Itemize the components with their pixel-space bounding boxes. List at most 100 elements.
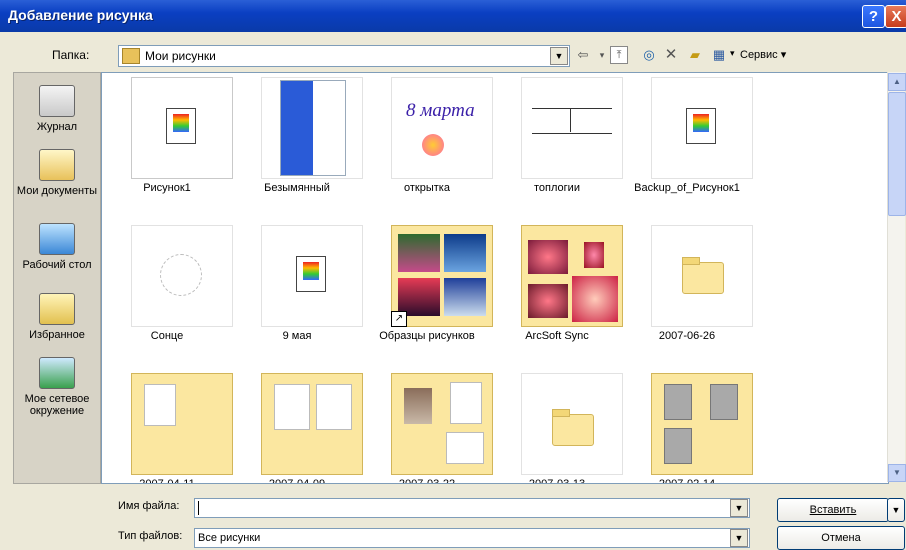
folder-thumbnail bbox=[651, 373, 753, 475]
file-item[interactable]: 2007-04-11 bbox=[102, 369, 233, 484]
places-bar: Журнал Мои документы Рабочий стол Избран… bbox=[13, 72, 101, 484]
insert-button[interactable]: Вставить bbox=[777, 498, 889, 522]
scroll-up-button[interactable]: ▲ bbox=[888, 73, 906, 91]
filetype-value: Все рисунки bbox=[198, 532, 261, 544]
file-item[interactable]: 2007-06-26 bbox=[622, 221, 753, 361]
file-name: 2007-03-13 bbox=[528, 478, 586, 484]
place-label: Мои документы bbox=[16, 185, 98, 197]
file-name: Рисунок1 bbox=[143, 182, 191, 194]
text-cursor bbox=[198, 501, 199, 515]
place-desktop[interactable]: Рабочий стол bbox=[14, 223, 100, 271]
screenshot-image bbox=[280, 80, 346, 176]
flower-image bbox=[422, 134, 444, 156]
file-thumbnail bbox=[651, 77, 753, 179]
vertical-scrollbar[interactable]: ▲ ▼ bbox=[887, 72, 906, 482]
lookin-combo[interactable]: Мои рисунки ▼ bbox=[118, 45, 570, 67]
my-documents-icon bbox=[39, 149, 75, 181]
filename-label: Имя файла: bbox=[118, 500, 180, 512]
folder-thumbnail bbox=[261, 373, 363, 475]
file-item[interactable]: 2007-03-22 bbox=[362, 369, 493, 484]
favorites-icon bbox=[39, 293, 75, 325]
folder-thumbnail bbox=[391, 373, 493, 475]
file-thumbnail bbox=[131, 225, 233, 327]
window-title: Добавление рисунка bbox=[8, 7, 153, 23]
chevron-down-icon[interactable]: ▼ bbox=[550, 47, 568, 65]
folder-icon bbox=[552, 414, 594, 446]
delete-icon[interactable]: ✕ bbox=[662, 46, 680, 64]
place-network[interactable]: Мое сетевое окружение bbox=[14, 357, 100, 417]
place-label: Избранное bbox=[29, 329, 85, 341]
file-item[interactable]: Рисунок1 bbox=[102, 73, 233, 213]
new-folder-icon[interactable]: ▰ bbox=[686, 46, 704, 64]
card-text: 8 марта bbox=[406, 100, 475, 121]
file-item[interactable]: ArcSoft Sync bbox=[492, 221, 623, 361]
tools-label: Сервис bbox=[740, 49, 778, 61]
diagram-image bbox=[532, 108, 612, 134]
views-icon[interactable]: ▦ bbox=[710, 46, 728, 64]
broken-image-icon bbox=[686, 108, 716, 144]
views-dropdown-icon[interactable]: ▾ bbox=[730, 48, 735, 59]
file-thumbnail bbox=[521, 77, 623, 179]
help-button[interactable]: ? bbox=[862, 5, 885, 28]
file-item[interactable]: 9 мая bbox=[232, 221, 363, 361]
place-label: Мое сетевое окружение bbox=[24, 393, 90, 417]
file-thumbnail bbox=[651, 225, 753, 327]
place-label: Рабочий стол bbox=[22, 259, 92, 271]
file-name: 9 мая bbox=[282, 330, 312, 342]
cancel-label: Отмена bbox=[821, 532, 861, 544]
cancel-button[interactable]: Отмена bbox=[777, 526, 905, 550]
file-name: Сонце bbox=[150, 330, 184, 342]
back-icon[interactable]: ⇦ bbox=[574, 46, 592, 64]
file-name: открытка bbox=[404, 182, 450, 194]
file-item[interactable]: Безымянный bbox=[232, 73, 363, 213]
file-item[interactable]: ↗ Образцы рисунков bbox=[362, 221, 493, 361]
back-dropdown-icon[interactable]: ▾ bbox=[593, 46, 611, 64]
place-my-documents[interactable]: Мои документы bbox=[14, 149, 100, 197]
file-name: ArcSoft Sync bbox=[525, 330, 589, 342]
close-button[interactable]: X bbox=[885, 5, 906, 28]
folder-icon bbox=[122, 48, 140, 64]
insert-label: Вставить bbox=[809, 504, 857, 516]
file-item[interactable]: 8 марта открытка bbox=[362, 73, 493, 213]
network-icon bbox=[39, 357, 75, 389]
file-name: Безымянный bbox=[264, 182, 330, 194]
lookin-value: Мои рисунки bbox=[145, 49, 216, 63]
chevron-down-icon[interactable]: ▼ bbox=[730, 529, 748, 547]
file-list-view[interactable]: Рисунок1 Безымянный 8 марта открытка топ… bbox=[101, 72, 889, 484]
broken-image-icon bbox=[296, 256, 326, 292]
place-label: Журнал bbox=[36, 121, 78, 133]
file-name: 2007-03-22 bbox=[398, 478, 456, 484]
shortcut-arrow-icon: ↗ bbox=[391, 311, 407, 327]
file-thumbnail bbox=[261, 225, 363, 327]
broken-image-icon bbox=[166, 108, 196, 144]
file-name: Образцы рисунков bbox=[379, 330, 475, 342]
file-item[interactable]: Backup_of_Рисунок1 bbox=[622, 73, 753, 213]
search-web-icon[interactable]: ◎ bbox=[640, 46, 658, 64]
file-item[interactable]: Сонце bbox=[102, 221, 233, 361]
folder-thumbnail bbox=[131, 373, 233, 475]
place-history[interactable]: Журнал bbox=[14, 85, 100, 133]
place-favorites[interactable]: Избранное bbox=[14, 293, 100, 341]
file-name: 2007-06-26 bbox=[658, 330, 716, 342]
insert-dropdown-button[interactable]: ▼ bbox=[887, 498, 905, 522]
file-item[interactable]: топлогии bbox=[492, 73, 623, 213]
folder-icon bbox=[682, 262, 724, 294]
file-item[interactable]: 2007-04-09 bbox=[232, 369, 363, 483]
filetype-select[interactable]: Все рисунки ▼ bbox=[194, 528, 750, 548]
scroll-thumb[interactable] bbox=[888, 92, 906, 216]
sun-image bbox=[160, 254, 202, 296]
desktop-icon bbox=[39, 223, 75, 255]
file-item[interactable]: 2007-03-13 bbox=[492, 369, 623, 484]
filename-input[interactable]: ▼ bbox=[194, 498, 750, 518]
file-name: 2007-04-11 bbox=[139, 478, 195, 484]
chevron-down-icon[interactable]: ▼ bbox=[730, 499, 748, 517]
title-bar[interactable]: Добавление рисунка ? X bbox=[0, 0, 906, 32]
file-thumbnail bbox=[521, 373, 623, 475]
file-name: Backup_of_Рисунок1 bbox=[634, 182, 740, 194]
file-item[interactable]: 2007-02-14 bbox=[622, 369, 753, 483]
scroll-down-button[interactable]: ▼ bbox=[888, 464, 906, 482]
up-folder-icon[interactable]: ⤒ bbox=[610, 46, 628, 64]
file-thumbnail: 8 марта bbox=[391, 77, 493, 179]
folder-thumbnail bbox=[521, 225, 623, 327]
tools-menu[interactable]: Сервис ▾ bbox=[740, 48, 786, 61]
